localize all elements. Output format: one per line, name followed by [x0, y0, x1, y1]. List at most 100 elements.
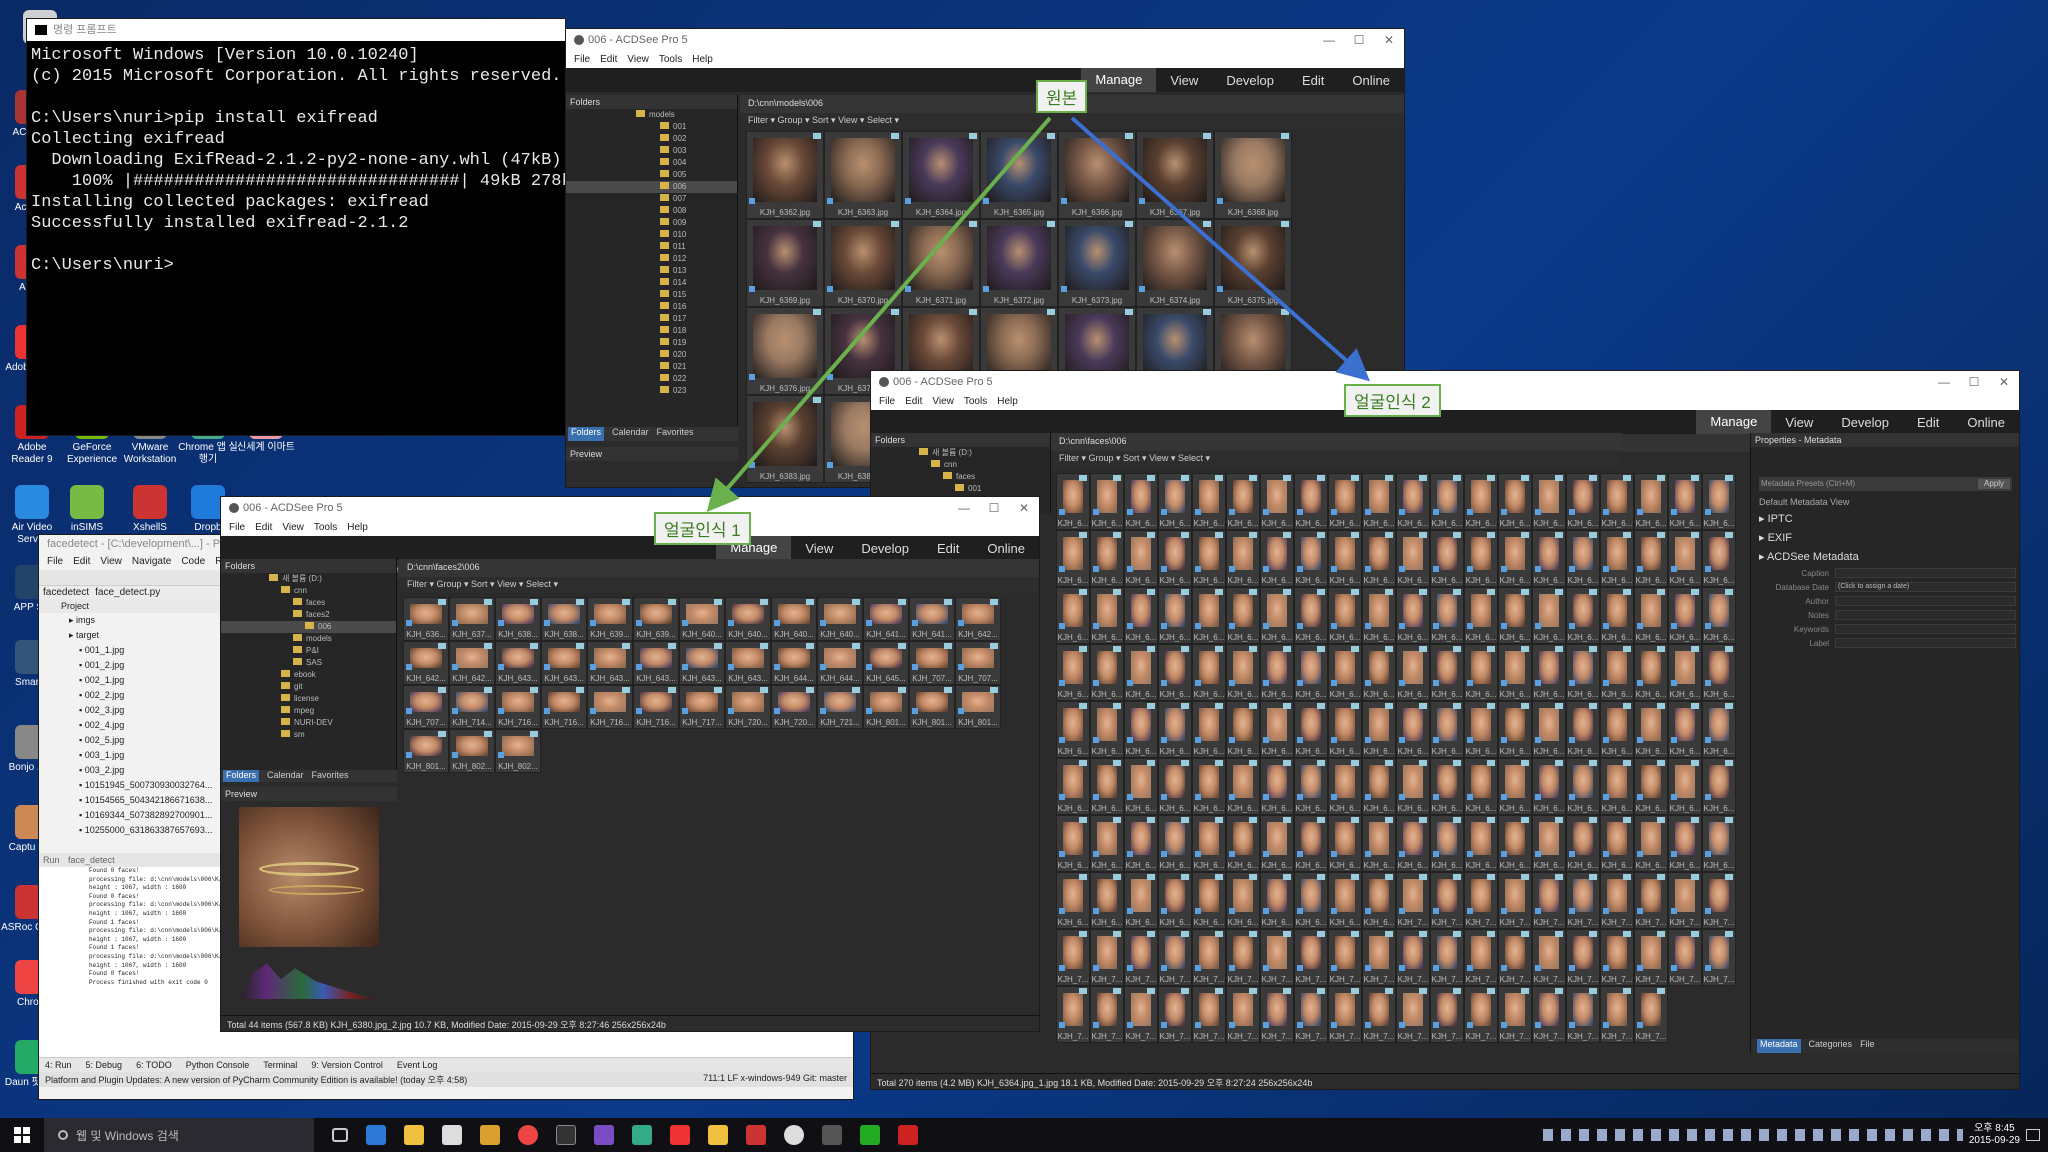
metadata-presets[interactable]: Metadata Presets (Ctrl+M) Apply: [1759, 477, 2012, 491]
select-checkbox[interactable]: [728, 664, 734, 670]
select-checkbox[interactable]: [1331, 566, 1337, 572]
select-checkbox[interactable]: [1399, 737, 1405, 743]
folder-item[interactable]: NURI-DEV: [221, 717, 396, 729]
select-checkbox[interactable]: [1467, 509, 1473, 515]
select-checkbox[interactable]: [1059, 623, 1065, 629]
thumbnail[interactable]: KJH_6...: [1362, 473, 1396, 530]
orig-filterbar[interactable]: Filter ▾ Group ▾ Sort ▾ View ▾ Select ▾: [740, 113, 1404, 129]
select-checkbox[interactable]: [1399, 509, 1405, 515]
thumbnail[interactable]: KJH_6...: [1430, 530, 1464, 587]
select-checkbox[interactable]: [1263, 623, 1269, 629]
thumbnail[interactable]: KJH_720...: [771, 685, 817, 729]
select-checkbox[interactable]: [1061, 286, 1067, 292]
select-checkbox[interactable]: [1059, 737, 1065, 743]
thumbnail[interactable]: KJH_644...: [817, 641, 863, 685]
select-checkbox[interactable]: [1263, 566, 1269, 572]
minimize-button[interactable]: —: [1929, 375, 1959, 389]
mode-tab-develop[interactable]: Develop: [1212, 73, 1288, 88]
face2-filterbar[interactable]: Filter ▾ Group ▾ Sort ▾ View ▾ Select ▾: [1051, 451, 1621, 467]
select-checkbox[interactable]: [1433, 566, 1439, 572]
mode-tab-manage[interactable]: Manage: [1696, 410, 1772, 434]
select-checkbox[interactable]: [406, 708, 412, 714]
select-checkbox[interactable]: [1161, 566, 1167, 572]
thumbnail[interactable]: KJH_6...: [1498, 758, 1532, 815]
project-tree-item[interactable]: ▪ 002_5.jpg: [69, 733, 219, 748]
select-checkbox[interactable]: [1535, 509, 1541, 515]
thumbnail[interactable]: KJH_6...: [1124, 644, 1158, 701]
select-checkbox[interactable]: [1467, 965, 1473, 971]
select-checkbox[interactable]: [1229, 623, 1235, 629]
thumbnail[interactable]: KJH_7...: [1702, 872, 1736, 929]
thumbnail[interactable]: KJH_6...: [1668, 587, 1702, 644]
start-button[interactable]: [0, 1118, 44, 1152]
metadata-value[interactable]: (Click to assign a date): [1835, 582, 2016, 592]
select-checkbox[interactable]: [1139, 198, 1145, 204]
thumbnail[interactable]: KJH_716...: [495, 685, 541, 729]
select-checkbox[interactable]: [1569, 737, 1575, 743]
select-checkbox[interactable]: [1671, 965, 1677, 971]
select-checkbox[interactable]: [1093, 623, 1099, 629]
project-tree-item[interactable]: ▪ 10169344_507382892700901...: [69, 808, 219, 823]
select-checkbox[interactable]: [1195, 509, 1201, 515]
select-checkbox[interactable]: [1569, 965, 1575, 971]
thumbnail[interactable]: KJH_6...: [1430, 473, 1464, 530]
thumbnail[interactable]: KJH_6...: [1532, 701, 1566, 758]
select-checkbox[interactable]: [1467, 680, 1473, 686]
thumbnail[interactable]: KJH_6...: [1192, 644, 1226, 701]
project-tree-item[interactable]: ▪ 002_2.jpg: [69, 688, 219, 703]
thumbnail[interactable]: KJH_6...: [1226, 530, 1260, 587]
select-checkbox[interactable]: [1569, 509, 1575, 515]
thumbnail[interactable]: KJH_6...: [1396, 644, 1430, 701]
menu-item[interactable]: Edit: [255, 522, 272, 533]
select-checkbox[interactable]: [1433, 965, 1439, 971]
select-checkbox[interactable]: [1263, 1022, 1269, 1028]
thumbnail[interactable]: KJH_6...: [1362, 587, 1396, 644]
mode-tab-edit[interactable]: Edit: [1288, 73, 1338, 88]
minimize-button[interactable]: —: [949, 501, 979, 515]
thumbnail[interactable]: KJH_6...: [1124, 587, 1158, 644]
select-checkbox[interactable]: [406, 664, 412, 670]
select-checkbox[interactable]: [1229, 1022, 1235, 1028]
thumbnail[interactable]: KJH_7...: [1600, 986, 1634, 1043]
select-checkbox[interactable]: [1195, 566, 1201, 572]
select-checkbox[interactable]: [958, 664, 964, 670]
select-checkbox[interactable]: [1093, 680, 1099, 686]
thumbnail[interactable]: KJH_6...: [1566, 587, 1600, 644]
thumbnail[interactable]: KJH_6375.jpg: [1214, 219, 1292, 307]
select-checkbox[interactable]: [1059, 965, 1065, 971]
menu-item[interactable]: Edit: [600, 54, 617, 65]
select-checkbox[interactable]: [827, 198, 833, 204]
thumbnail[interactable]: KJH_717...: [679, 685, 725, 729]
mode-tab-view[interactable]: View: [1771, 415, 1827, 430]
thumbnail[interactable]: KJH_7...: [1498, 929, 1532, 986]
select-checkbox[interactable]: [1229, 851, 1235, 857]
thumbnail[interactable]: KJH_6...: [1260, 644, 1294, 701]
select-checkbox[interactable]: [1229, 965, 1235, 971]
select-checkbox[interactable]: [1127, 851, 1133, 857]
thumbnail[interactable]: KJH_6...: [1226, 644, 1260, 701]
panel-tab[interactable]: Categories: [1809, 1039, 1853, 1053]
thumbnail[interactable]: KJH_707...: [955, 641, 1001, 685]
thumbnail[interactable]: KJH_6...: [1634, 758, 1668, 815]
select-checkbox[interactable]: [1501, 623, 1507, 629]
thumbnail[interactable]: KJH_643...: [495, 641, 541, 685]
select-checkbox[interactable]: [1229, 566, 1235, 572]
thumbnail[interactable]: KJH_7...: [1498, 872, 1532, 929]
select-checkbox[interactable]: [1229, 794, 1235, 800]
thumbnail[interactable]: KJH_6...: [1056, 872, 1090, 929]
thumbnail[interactable]: KJH_6...: [1090, 530, 1124, 587]
thumbnail[interactable]: KJH_6...: [1328, 815, 1362, 872]
select-checkbox[interactable]: [1229, 680, 1235, 686]
select-checkbox[interactable]: [1161, 509, 1167, 515]
thumbnail[interactable]: KJH_6...: [1090, 473, 1124, 530]
select-checkbox[interactable]: [749, 198, 755, 204]
select-checkbox[interactable]: [590, 620, 596, 626]
thumbnail[interactable]: KJH_6...: [1260, 815, 1294, 872]
folder-item[interactable]: 021: [566, 361, 737, 373]
select-checkbox[interactable]: [1705, 680, 1711, 686]
thumbnail[interactable]: KJH_6...: [1090, 872, 1124, 929]
thumbnail[interactable]: KJH_6...: [1396, 758, 1430, 815]
select-checkbox[interactable]: [749, 374, 755, 380]
select-checkbox[interactable]: [1217, 286, 1223, 292]
thumbnail[interactable]: KJH_720...: [725, 685, 771, 729]
